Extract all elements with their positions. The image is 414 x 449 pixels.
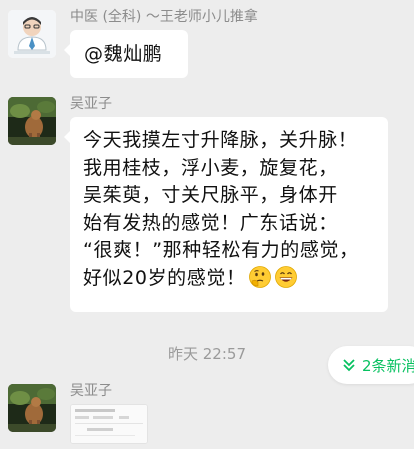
sender-avatar-wuyazi[interactable] xyxy=(8,97,56,145)
grinning-face-emoji xyxy=(274,265,298,289)
sender-name[interactable]: 吴亚子 xyxy=(70,382,112,400)
message-text: @魏灿鹏 xyxy=(84,43,163,65)
deer-photo-icon xyxy=(8,384,56,432)
new-messages-button[interactable]: 2条新消息 xyxy=(328,346,414,384)
document-thumbnail-icon xyxy=(71,405,147,443)
double-chevron-down-icon xyxy=(343,359,355,372)
sender-name[interactable]: 中医 (全科) ～王老师小儿推拿 xyxy=(70,8,258,26)
message-bubble[interactable]: @魏灿鹏 xyxy=(64,30,188,78)
document-attachment[interactable] xyxy=(70,404,148,444)
sender-avatar-wuyazi[interactable] xyxy=(8,384,56,432)
doctor-avatar-icon xyxy=(8,10,56,58)
new-messages-label: 2条新消息 xyxy=(362,356,414,375)
thinking-face-emoji xyxy=(248,265,272,289)
sender-avatar-doctor[interactable] xyxy=(8,10,56,58)
sender-name[interactable]: 吴亚子 xyxy=(70,95,112,113)
message-text: 今天我摸左寸升降脉，关升脉！ 我用桂枝，浮小麦，旋复花， 吴茱萸，寸关尺脉平，身… xyxy=(83,129,359,289)
deer-photo-icon xyxy=(8,97,56,145)
message-bubble[interactable]: 今天我摸左寸升降脉，关升脉！ 我用桂枝，浮小麦，旋复花， 吴茱萸，寸关尺脉平，身… xyxy=(64,117,388,312)
